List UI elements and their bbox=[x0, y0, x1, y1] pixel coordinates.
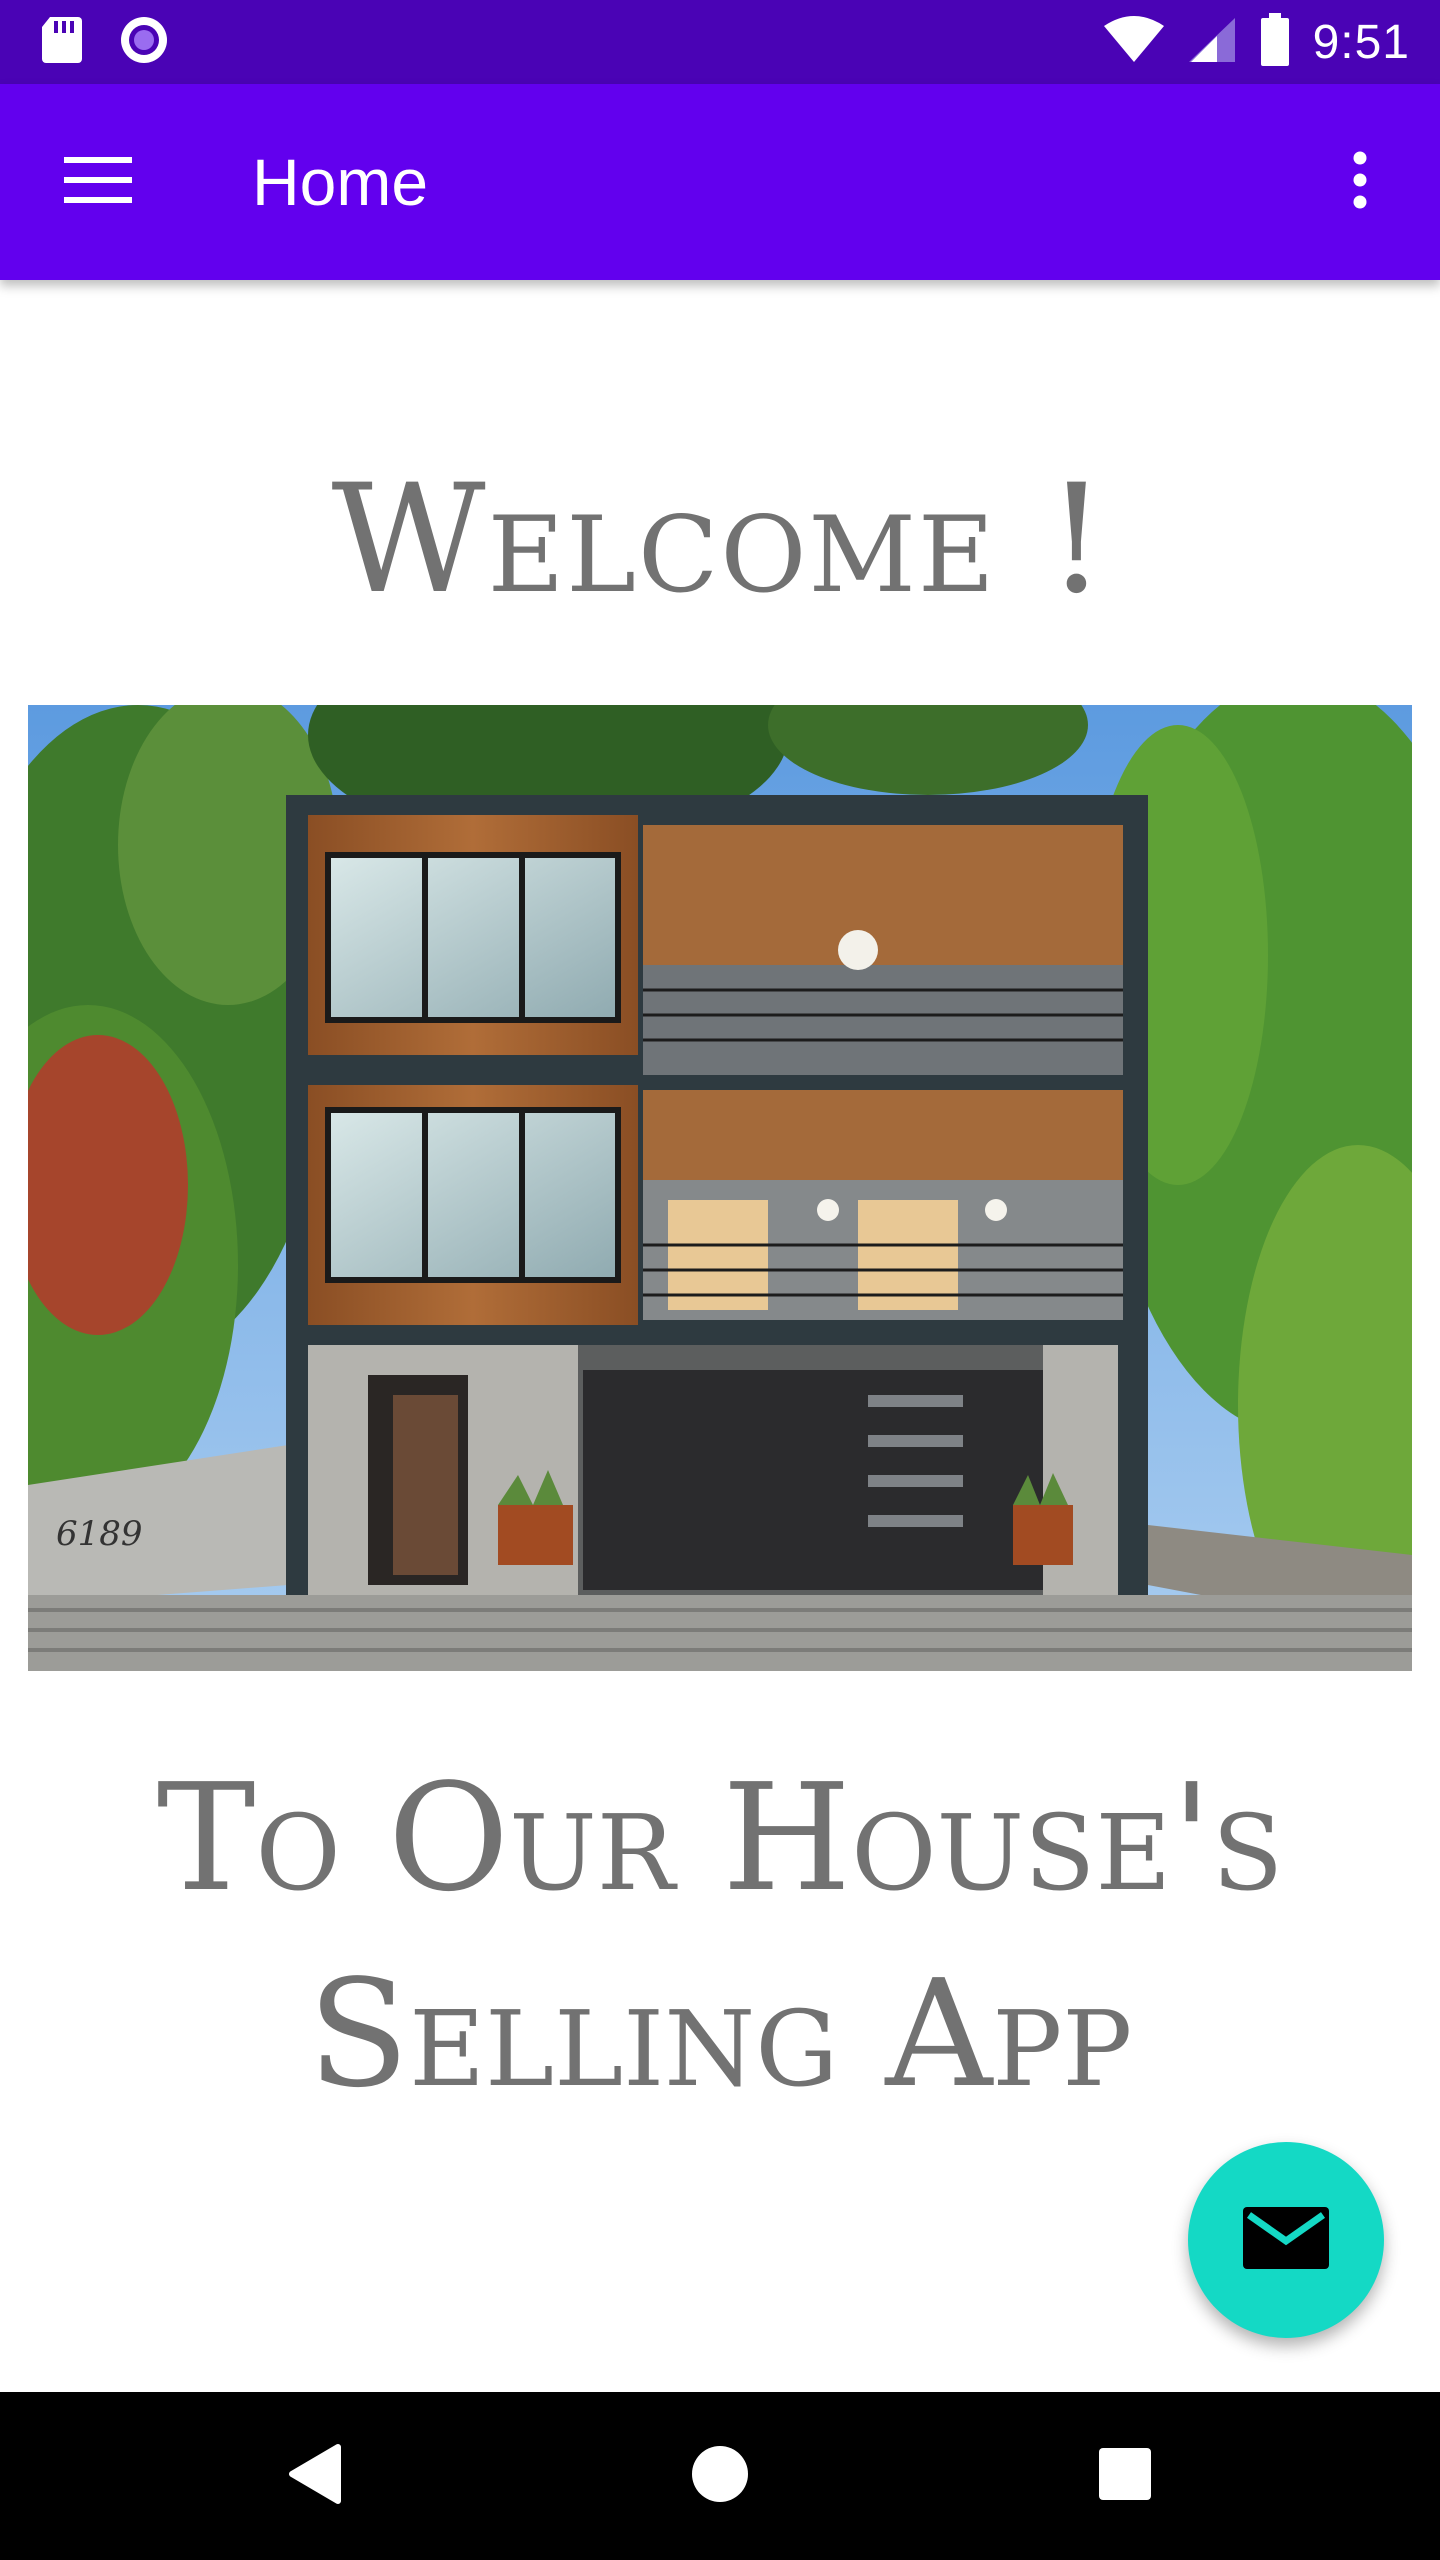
status-bar: 9:51 bbox=[0, 0, 1440, 84]
home-icon bbox=[690, 2444, 750, 2509]
hero-house-image: 6189 bbox=[28, 705, 1412, 1671]
wifi-icon bbox=[1103, 15, 1165, 69]
subtitle-line-2: Selling App bbox=[307, 1948, 1133, 2120]
app-bar: Home bbox=[0, 84, 1440, 280]
more-vertical-icon bbox=[1352, 151, 1368, 214]
recents-icon bbox=[1097, 2446, 1153, 2507]
recents-button[interactable] bbox=[1075, 2426, 1175, 2526]
house-number-text: 6189 bbox=[56, 1514, 143, 1554]
back-button[interactable] bbox=[265, 2426, 365, 2526]
welcome-heading: Welcome ! bbox=[331, 453, 1109, 627]
email-icon bbox=[1243, 2206, 1329, 2274]
system-navigation-bar bbox=[0, 2392, 1440, 2560]
battery-icon bbox=[1259, 12, 1291, 72]
overflow-menu-button[interactable] bbox=[1320, 140, 1400, 224]
sd-card-icon bbox=[40, 15, 84, 70]
page-title: Home bbox=[252, 145, 429, 219]
hamburger-menu-button[interactable] bbox=[52, 148, 144, 216]
back-icon bbox=[288, 2443, 342, 2510]
subtitle-heading: To Our House's Selling App bbox=[0, 1740, 1440, 2132]
email-fab-button[interactable] bbox=[1188, 2142, 1384, 2338]
subtitle-line-1: To Our House's bbox=[156, 1752, 1284, 1924]
clock-time: 9:51 bbox=[1312, 15, 1410, 69]
home-button[interactable] bbox=[670, 2426, 770, 2526]
signal-icon bbox=[1187, 16, 1237, 69]
hamburger-menu-icon bbox=[64, 155, 132, 210]
record-icon bbox=[118, 14, 170, 71]
